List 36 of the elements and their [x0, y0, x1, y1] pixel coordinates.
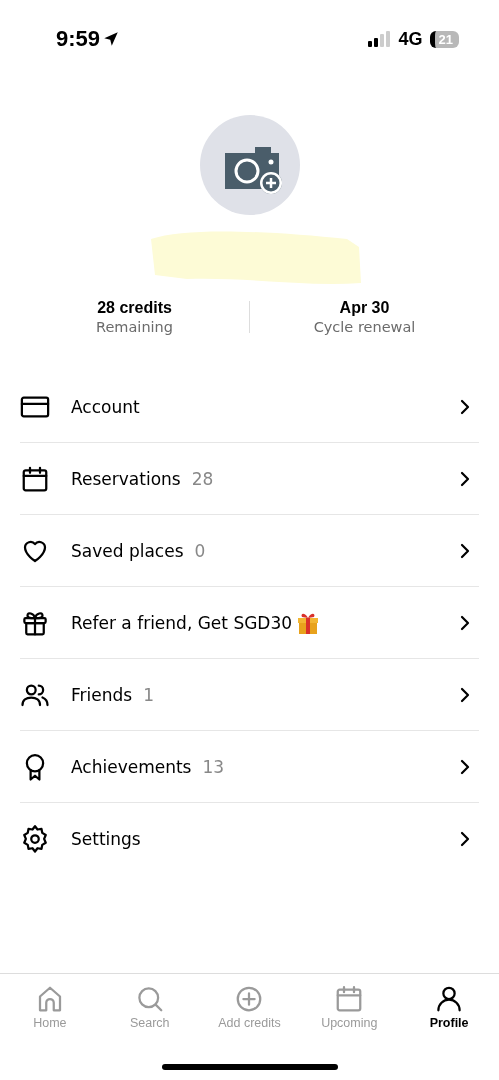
tab-item[interactable]: Profile	[399, 984, 499, 1046]
menu-item[interactable]: Settings	[20, 803, 479, 874]
menu-label: Reservations	[71, 468, 181, 489]
menu-label: Refer a friend, Get SGD30	[71, 612, 293, 633]
network-label: 4G	[398, 28, 423, 50]
battery-indicator: 21	[429, 30, 459, 48]
chevron-right-icon	[460, 542, 470, 559]
chevron-right-icon	[460, 398, 470, 415]
chevron-right-icon	[460, 758, 470, 775]
chevron-right-icon	[460, 830, 470, 847]
menu-label: Account	[71, 396, 140, 417]
stat-label: Remaining	[96, 319, 173, 335]
location-arrow-icon	[102, 30, 121, 48]
status-time: 9:59	[56, 26, 101, 52]
menu-count: 1	[143, 684, 154, 705]
stat-label: Cycle renewal	[313, 319, 416, 335]
menu-count: 28	[191, 468, 214, 489]
menu-count: 0	[194, 540, 206, 561]
menu-label: Achievements	[71, 756, 192, 777]
menu-item[interactable]: Saved places 0	[20, 515, 479, 587]
stat-value: 28 credits	[97, 299, 172, 317]
menu-label: Saved places	[71, 540, 184, 561]
menu-count: 13	[202, 756, 225, 777]
menu-label: Settings	[71, 828, 141, 849]
menu-item[interactable]: Account	[20, 371, 479, 443]
settings-icon	[20, 823, 50, 854]
menu-item[interactable]: Achievements 13	[20, 731, 479, 803]
signal-icon	[367, 31, 392, 47]
chevron-right-icon	[460, 686, 470, 703]
stat-value: Apr 30	[339, 299, 390, 317]
menu-item[interactable]: Refer a friend, Get SGD30	[20, 587, 479, 659]
menu-item[interactable]: Reservations 28	[20, 443, 479, 515]
chevron-right-icon	[460, 470, 470, 487]
chevron-right-icon	[460, 614, 470, 631]
menu-label: Friends	[71, 684, 133, 705]
menu-item[interactable]: Friends 1	[20, 659, 479, 731]
